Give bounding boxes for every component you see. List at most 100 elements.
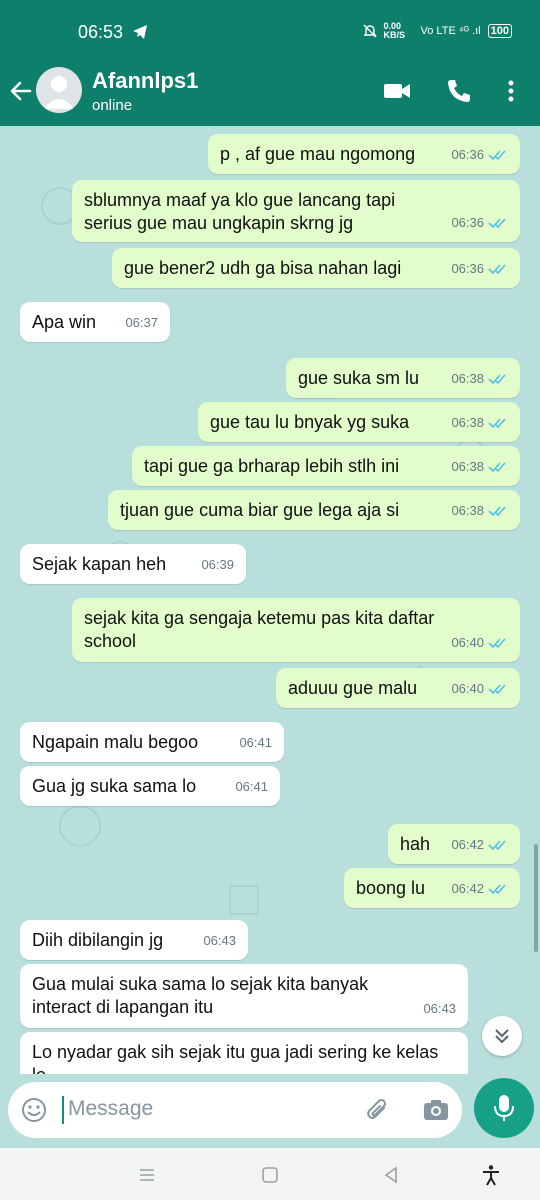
message-bubble[interactable]: sblumnya maaf ya klo gue lancang tapi se… (72, 180, 520, 242)
attach-icon[interactable] (364, 1096, 392, 1124)
message-bubble[interactable]: gue tau lu bnyak yg suka 06:38 (198, 402, 520, 442)
signal-icon: Vo LTE ⁴ᴳ .ıl (420, 25, 481, 37)
mic-button[interactable] (474, 1078, 534, 1138)
message-bubble[interactable]: sejak kita ga sengaja ketemu pas kita da… (72, 598, 520, 662)
scroll-to-bottom-button[interactable] (482, 1016, 522, 1056)
status-icons: 0.00 KB/S Vo LTE ⁴ᴳ .ıl 100 (362, 21, 512, 40)
message-text: Apa win (32, 312, 97, 332)
message-text: sblumnya maaf ya klo gue lancang tapi se… (84, 190, 396, 233)
message-meta: 06:36 (451, 143, 508, 166)
message-text: Lo nyadar gak sih sejak itu gua jadi ser… (32, 1042, 439, 1074)
message-bubble[interactable]: Gua jg suka sama lo 06:41 (20, 766, 280, 806)
message-time: 06:36 (451, 215, 484, 230)
back-icon[interactable] (380, 1164, 402, 1186)
voice-call-icon[interactable] (444, 76, 474, 106)
message-meta: 06:36 (451, 257, 508, 280)
menu-icon[interactable] (136, 1164, 158, 1186)
message-bubble[interactable]: aduuu gue malu 06:40 (276, 668, 520, 708)
camera-icon[interactable] (422, 1096, 450, 1124)
message-text: Ngapain malu begoo (32, 732, 199, 752)
message-text: sejak kita ga sengaja ketemu pas kita da… (84, 608, 435, 651)
telegram-icon (133, 25, 147, 39)
message-time: 06:43 (203, 933, 236, 948)
message-text: Gua mulai suka sama lo sejak kita banyak… (32, 974, 369, 1017)
message-text: p , af gue mau ngomong (220, 144, 416, 164)
message-meta: 06:42 (451, 833, 508, 856)
double-check-icon (488, 683, 506, 694)
message-bubble[interactable]: Gua mulai suka sama lo sejak kita banyak… (20, 964, 468, 1028)
message-bubble[interactable]: Diih dibilangin jg 06:43 (20, 920, 248, 960)
message-bubble[interactable]: Apa win 06:37 (20, 302, 170, 342)
double-check-icon (488, 637, 506, 648)
mute-icon (362, 24, 377, 38)
message-meta: 06:41 (235, 775, 268, 798)
double-check-icon (488, 149, 506, 160)
message-meta: 06:43 (203, 929, 236, 952)
scrollbar[interactable] (534, 844, 538, 952)
message-text: tapi gue ga brharap lebih stlh ini (144, 456, 400, 476)
message-text: gue bener2 udh ga bisa nahan lagi (124, 258, 402, 278)
message-bubble[interactable]: tapi gue ga brharap lebih stlh ini 06:38 (132, 446, 520, 486)
avatar[interactable] (36, 67, 82, 113)
message-meta: 06:36 (451, 211, 508, 234)
chat-header: Afannlps1 online (0, 62, 540, 126)
double-check-icon (488, 217, 506, 228)
message-meta: 06:38 (451, 499, 508, 522)
message-input[interactable]: Message (8, 1082, 462, 1138)
video-call-icon[interactable] (382, 76, 412, 106)
message-text: Gua jg suka sama lo (32, 776, 197, 796)
system-nav-bar (0, 1148, 540, 1200)
message-bubble[interactable]: gue suka sm lu 06:38 (286, 358, 520, 398)
message-text: tjuan gue cuma biar gue lega aja si (120, 500, 400, 520)
back-arrow-icon[interactable] (8, 78, 34, 104)
net-speed: 0.00 KB/S (383, 21, 406, 40)
double-chevron-down-icon (495, 1029, 509, 1044)
message-placeholder: Message (68, 1097, 154, 1120)
message-text: gue tau lu bnyak yg suka (210, 412, 410, 432)
message-bubble[interactable]: boong lu 06:42 (344, 868, 520, 908)
emoji-icon[interactable] (20, 1096, 48, 1124)
message-text: hah (400, 834, 431, 854)
message-bubble[interactable]: tjuan gue cuma biar gue lega aja si 06:3… (108, 490, 520, 530)
double-check-icon (488, 839, 506, 850)
double-check-icon (488, 417, 506, 428)
message-meta: 06:40 (451, 631, 508, 654)
message-time: 06:40 (451, 635, 484, 650)
message-time: 06:42 (451, 837, 484, 852)
message-time: 06:41 (235, 779, 268, 794)
contact-name[interactable]: Afannlps1 (92, 68, 198, 94)
message-time: 06:38 (451, 371, 484, 386)
message-meta: 06:38 (451, 455, 508, 478)
message-bubble[interactable]: gue bener2 udh ga bisa nahan lagi 06:36 (112, 248, 520, 288)
default-avatar-icon (44, 76, 74, 109)
message-bubble[interactable]: Sejak kapan heh 06:39 (20, 544, 246, 584)
contact-status: online (92, 97, 133, 114)
message-meta: 06:39 (201, 553, 234, 576)
mic-icon (494, 1095, 514, 1121)
message-time: 06:38 (451, 415, 484, 430)
message-text: boong lu (356, 878, 426, 898)
more-vert-icon[interactable] (496, 76, 526, 106)
status-time: 06:53 (78, 22, 124, 42)
double-check-icon (488, 373, 506, 384)
home-icon[interactable] (259, 1164, 281, 1186)
battery-icon: 100 (487, 24, 512, 38)
message-meta: 06:37 (125, 311, 158, 334)
message-text: Sejak kapan heh (32, 554, 167, 574)
composer-bar: Message (0, 1074, 540, 1148)
message-bubble[interactable]: hah 06:42 (388, 824, 520, 864)
message-bubble[interactable]: p , af gue mau ngomong 06:36 (208, 134, 520, 174)
double-check-icon (488, 883, 506, 894)
chat-area[interactable]: p , af gue mau ngomong 06:36 sblumnya ma… (0, 126, 540, 1074)
message-bubble[interactable]: Ngapain malu begoo 06:41 (20, 722, 284, 762)
message-bubble[interactable]: Lo nyadar gak sih sejak itu gua jadi ser… (20, 1032, 468, 1074)
message-time: 06:41 (239, 735, 272, 750)
message-text: aduuu gue malu (288, 678, 418, 698)
message-time: 06:38 (451, 459, 484, 474)
message-text: Diih dibilangin jg (32, 930, 164, 950)
message-meta: 06:38 (451, 411, 508, 434)
accessibility-icon[interactable] (480, 1164, 502, 1186)
message-text: gue suka sm lu (298, 368, 420, 388)
message-meta: 06:42 (451, 877, 508, 900)
message-time: 06:37 (125, 315, 158, 330)
